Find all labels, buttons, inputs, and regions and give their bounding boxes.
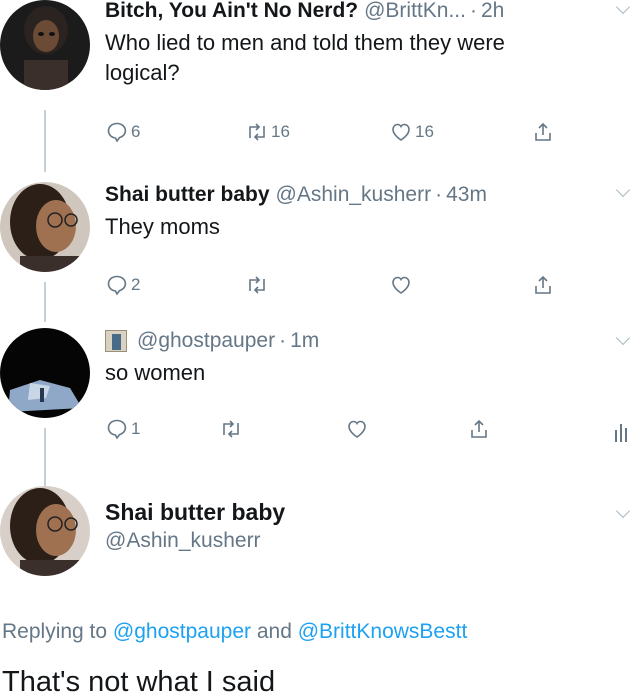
thread-line: [44, 282, 46, 322]
user-handle[interactable]: @ghostpauper: [137, 328, 275, 354]
display-name[interactable]: Shai butter baby: [105, 497, 632, 527]
reply-icon: [107, 419, 127, 440]
avatar[interactable]: [0, 182, 90, 272]
share-icon: [535, 122, 551, 141]
tweet-text-line: Who lied to men and told them they were: [105, 30, 505, 55]
tweet-text: They moms: [105, 214, 220, 239]
display-name[interactable]: Bitch, You Ain't No Nerd?: [105, 0, 358, 24]
stats-icon[interactable]: [614, 420, 630, 444]
share-icon: [535, 275, 551, 294]
retweet-count: 16: [271, 122, 290, 141]
separator-dot: ·: [279, 329, 287, 352]
like-icon: [392, 123, 410, 141]
like-count: 16: [415, 122, 434, 141]
share-button[interactable]: [531, 273, 555, 297]
share-button[interactable]: [467, 417, 491, 441]
retweet-button[interactable]: [245, 273, 269, 297]
profile-emoji-icon: [105, 330, 127, 352]
retweet-icon: [249, 123, 265, 141]
reply-button[interactable]: 1: [105, 417, 140, 441]
separator-dot: ·: [435, 183, 443, 206]
main-tweet-header[interactable]: Shai butter baby @Ashin_kusherr: [105, 497, 632, 555]
share-button[interactable]: [531, 120, 555, 144]
reply-icon: [107, 275, 127, 296]
thread-line: [44, 428, 46, 488]
tweet-text: so women: [105, 360, 206, 385]
user-handle[interactable]: @Ashin_kusherr: [105, 527, 632, 555]
reply-button[interactable]: 2: [105, 273, 140, 297]
replying-to: Replying to @ghostpauper and @BrittKnows…: [2, 618, 467, 646]
avatar[interactable]: [0, 486, 90, 576]
thread-line: [44, 110, 46, 172]
reply-button[interactable]: 6: [105, 120, 140, 144]
timestamp[interactable]: 2h: [481, 0, 504, 24]
tweet-text: That's not what I said: [2, 666, 276, 698]
like-button[interactable]: [345, 417, 369, 441]
tweet[interactable]: Shai butter baby @Ashin_kusherr · 43m Th…: [105, 182, 632, 242]
retweet-icon: [249, 276, 265, 294]
avatar[interactable]: [0, 328, 90, 418]
reply-count: 2: [131, 275, 141, 294]
tweet[interactable]: @ghostpauper · 1m so women: [105, 328, 632, 388]
like-icon: [348, 420, 366, 438]
reply-count: 1: [131, 419, 141, 438]
tweet-text-line: logical?: [105, 60, 180, 85]
timestamp[interactable]: 1m: [290, 328, 319, 354]
retweet-icon: [223, 420, 239, 438]
share-icon: [471, 419, 487, 438]
separator-dot: ·: [469, 0, 477, 22]
tweet-text: Who lied to men and told them they were …: [105, 28, 632, 88]
timestamp[interactable]: 43m: [446, 182, 487, 208]
reply-user-link[interactable]: @BrittKnowsBestt: [298, 620, 468, 643]
user-handle[interactable]: @BrittKn...: [364, 0, 466, 24]
reply-count: 6: [131, 122, 141, 141]
tweet[interactable]: Bitch, You Ain't No Nerd? @BrittKn... · …: [105, 0, 632, 88]
like-button[interactable]: [389, 273, 413, 297]
display-name[interactable]: Shai butter baby: [105, 182, 270, 208]
like-button[interactable]: 16: [389, 120, 434, 144]
user-handle[interactable]: @Ashin_kusherr: [276, 182, 432, 208]
avatar[interactable]: [0, 0, 90, 90]
conversation-thread: Bitch, You Ain't No Nerd? @BrittKn... · …: [0, 0, 632, 700]
retweet-button[interactable]: 16: [245, 120, 290, 144]
replying-and: and: [256, 620, 292, 643]
reply-icon: [107, 122, 127, 143]
reply-user-link[interactable]: @ghostpauper: [113, 620, 251, 643]
like-icon: [392, 276, 410, 294]
replying-prefix: Replying to: [2, 620, 108, 643]
retweet-button[interactable]: [219, 417, 243, 441]
